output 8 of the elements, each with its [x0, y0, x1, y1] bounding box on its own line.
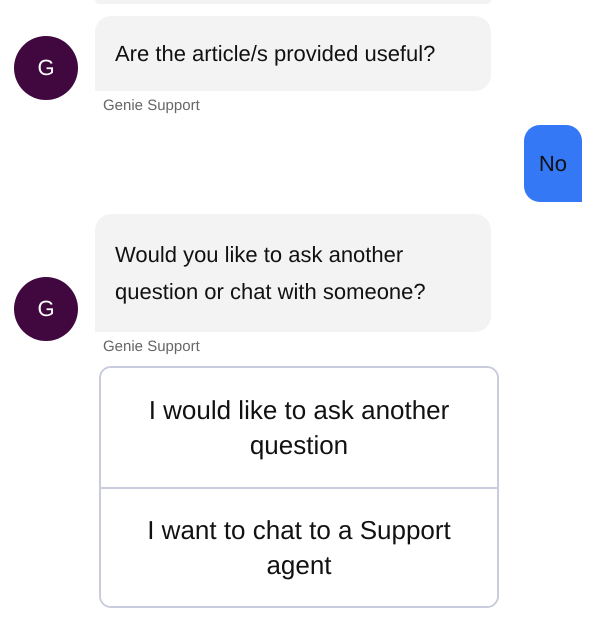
message-bubble: No [524, 125, 582, 202]
message-bubble: Are the article/s provided useful? [95, 16, 491, 91]
message-bubble: Would you like to ask another question or chat with someone? [95, 214, 491, 332]
avatar: G [14, 36, 78, 100]
option-button[interactable]: I want to chat to a Support agent [101, 487, 497, 606]
sender-name: Genie Support [103, 97, 201, 114]
avatar: G [14, 277, 78, 341]
sender-name: Genie Support [103, 338, 201, 355]
